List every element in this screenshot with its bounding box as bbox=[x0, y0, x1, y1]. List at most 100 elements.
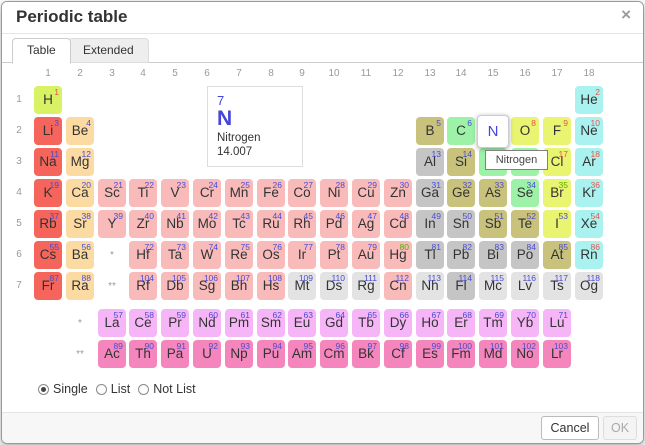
element-cell-Ge[interactable]: Ge32 bbox=[447, 179, 475, 207]
element-cell-Mn[interactable]: Mn25 bbox=[225, 179, 253, 207]
element-cell-Al[interactable]: Al13 bbox=[416, 148, 444, 176]
element-cell-Po[interactable]: Po84 bbox=[511, 241, 539, 269]
element-cell-Pa[interactable]: Pa91 bbox=[161, 340, 189, 368]
element-cell-Cu[interactable]: Cu29 bbox=[352, 179, 380, 207]
element-cell-Ir[interactable]: Ir77 bbox=[288, 241, 316, 269]
element-cell-Cm[interactable]: Cm96 bbox=[320, 340, 348, 368]
element-cell-O[interactable]: O8 bbox=[511, 117, 539, 145]
element-cell-Ds[interactable]: Ds110 bbox=[320, 272, 348, 300]
element-cell-Na[interactable]: Na11 bbox=[34, 148, 62, 176]
element-cell-B[interactable]: B5 bbox=[416, 117, 444, 145]
element-cell-Mg[interactable]: Mg12 bbox=[66, 148, 94, 176]
element-cell-In[interactable]: In49 bbox=[416, 210, 444, 238]
element-cell-Bi[interactable]: Bi83 bbox=[479, 241, 507, 269]
element-cell-Tc[interactable]: Tc43 bbox=[225, 210, 253, 238]
element-cell-Tl[interactable]: Tl81 bbox=[416, 241, 444, 269]
element-cell-Be[interactable]: Be4 bbox=[66, 117, 94, 145]
element-cell-Gd[interactable]: Gd64 bbox=[320, 309, 348, 337]
element-cell-Pm[interactable]: Pm61 bbox=[225, 309, 253, 337]
element-cell-Np[interactable]: Np93 bbox=[225, 340, 253, 368]
element-cell-Ne[interactable]: Ne10 bbox=[575, 117, 603, 145]
element-cell-Dy[interactable]: Dy66 bbox=[384, 309, 412, 337]
element-cell-Cn[interactable]: Cn112 bbox=[384, 272, 412, 300]
element-cell-Cf[interactable]: Cf98 bbox=[384, 340, 412, 368]
element-cell-He[interactable]: He2 bbox=[575, 86, 603, 114]
element-cell-Pb[interactable]: Pb82 bbox=[447, 241, 475, 269]
element-cell-Pu[interactable]: Pu94 bbox=[257, 340, 285, 368]
element-cell-I[interactable]: I53 bbox=[543, 210, 571, 238]
ok-button[interactable]: OK bbox=[603, 416, 637, 440]
element-cell-Hf[interactable]: Hf72 bbox=[129, 241, 157, 269]
element-cell-Te[interactable]: Te52 bbox=[511, 210, 539, 238]
element-cell-Rb[interactable]: Rb37 bbox=[34, 210, 62, 238]
element-cell-Rf[interactable]: Rf104 bbox=[129, 272, 157, 300]
element-cell-Db[interactable]: Db105 bbox=[161, 272, 189, 300]
element-cell-Re[interactable]: Re75 bbox=[225, 241, 253, 269]
element-cell-C[interactable]: C6 bbox=[447, 117, 475, 145]
radio-list[interactable]: List bbox=[96, 382, 130, 396]
element-cell-Rg[interactable]: Rg111 bbox=[352, 272, 380, 300]
element-cell-Sg[interactable]: Sg106 bbox=[193, 272, 221, 300]
element-cell-Sc[interactable]: Sc21 bbox=[98, 179, 126, 207]
element-cell-Rn[interactable]: Rn86 bbox=[575, 241, 603, 269]
element-cell-V[interactable]: V23 bbox=[161, 179, 189, 207]
element-cell-Cd[interactable]: Cd48 bbox=[384, 210, 412, 238]
element-cell-As[interactable]: As33 bbox=[479, 179, 507, 207]
element-cell-Th[interactable]: Th90 bbox=[129, 340, 157, 368]
element-cell-Au[interactable]: Au79 bbox=[352, 241, 380, 269]
element-cell-Ho[interactable]: Ho67 bbox=[416, 309, 444, 337]
element-cell-Pt[interactable]: Pt78 bbox=[320, 241, 348, 269]
element-cell-Og[interactable]: Og118 bbox=[575, 272, 603, 300]
element-cell-Ar[interactable]: Ar18 bbox=[575, 148, 603, 176]
element-cell-Cs[interactable]: Cs55 bbox=[34, 241, 62, 269]
element-cell-Eu[interactable]: Eu63 bbox=[288, 309, 316, 337]
close-icon[interactable]: × bbox=[621, 6, 631, 23]
element-cell-Ac[interactable]: Ac89 bbox=[98, 340, 126, 368]
element-cell-Ru[interactable]: Ru44 bbox=[257, 210, 285, 238]
element-cell-At[interactable]: At85 bbox=[543, 241, 571, 269]
element-cell-Fr[interactable]: Fr87 bbox=[34, 272, 62, 300]
element-cell-Ce[interactable]: Ce58 bbox=[129, 309, 157, 337]
element-cell-Si[interactable]: Si14 bbox=[447, 148, 475, 176]
element-cell-Sn[interactable]: Sn50 bbox=[447, 210, 475, 238]
element-cell-Zn[interactable]: Zn30 bbox=[384, 179, 412, 207]
element-cell-W[interactable]: W74 bbox=[193, 241, 221, 269]
element-cell-Li[interactable]: Li3 bbox=[34, 117, 62, 145]
element-cell-Ca[interactable]: Ca20 bbox=[66, 179, 94, 207]
element-cell-Md[interactable]: Md101 bbox=[479, 340, 507, 368]
element-cell-Er[interactable]: Er68 bbox=[447, 309, 475, 337]
element-cell-Hg[interactable]: Hg80 bbox=[384, 241, 412, 269]
element-cell-Zr[interactable]: Zr40 bbox=[129, 210, 157, 238]
element-cell-Fl[interactable]: Fl114 bbox=[447, 272, 475, 300]
element-cell-Yb[interactable]: Yb70 bbox=[511, 309, 539, 337]
element-cell-Nd[interactable]: Nd60 bbox=[193, 309, 221, 337]
element-cell-H[interactable]: H1 bbox=[34, 86, 62, 114]
element-cell-Lv[interactable]: Lv116 bbox=[511, 272, 539, 300]
tab-extended[interactable]: Extended bbox=[68, 38, 149, 63]
element-cell-Pd[interactable]: Pd46 bbox=[320, 210, 348, 238]
element-cell-Co[interactable]: Co27 bbox=[288, 179, 316, 207]
element-cell-Ra[interactable]: Ra88 bbox=[66, 272, 94, 300]
element-cell-Sr[interactable]: Sr38 bbox=[66, 210, 94, 238]
element-cell-Ni[interactable]: Ni28 bbox=[320, 179, 348, 207]
element-cell-Kr[interactable]: Kr36 bbox=[575, 179, 603, 207]
element-cell-Nh[interactable]: Nh113 bbox=[416, 272, 444, 300]
element-cell-Bh[interactable]: Bh107 bbox=[225, 272, 253, 300]
element-cell-U[interactable]: U92 bbox=[193, 340, 221, 368]
element-cell-Pr[interactable]: Pr59 bbox=[161, 309, 189, 337]
element-cell-No[interactable]: No102 bbox=[511, 340, 539, 368]
element-cell-Am[interactable]: Am95 bbox=[288, 340, 316, 368]
element-cell-Ga[interactable]: Ga31 bbox=[416, 179, 444, 207]
radio-single[interactable]: Single bbox=[38, 382, 88, 396]
element-cell-Mo[interactable]: Mo42 bbox=[193, 210, 221, 238]
element-cell-Hs[interactable]: Hs108 bbox=[257, 272, 285, 300]
element-cell-Lr[interactable]: Lr103 bbox=[543, 340, 571, 368]
element-cell-Fe[interactable]: Fe26 bbox=[257, 179, 285, 207]
element-cell-Ba[interactable]: Ba56 bbox=[66, 241, 94, 269]
element-cell-K[interactable]: K19 bbox=[34, 179, 62, 207]
element-cell-Fm[interactable]: Fm100 bbox=[447, 340, 475, 368]
cancel-button[interactable]: Cancel bbox=[541, 416, 599, 440]
element-cell-Se[interactable]: Se34 bbox=[511, 179, 539, 207]
element-cell-Mc[interactable]: Mc115 bbox=[479, 272, 507, 300]
element-cell-Br[interactable]: Br35 bbox=[543, 179, 571, 207]
